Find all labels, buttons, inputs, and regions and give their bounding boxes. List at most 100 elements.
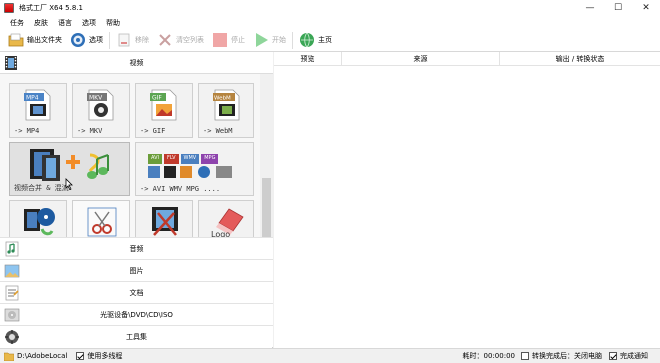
tile-label: 视频合并 & 混流: [14, 184, 69, 192]
menu-bar: 任务 皮肤 语言 选项 帮助: [0, 16, 660, 29]
format-badge: MPG: [201, 154, 219, 164]
tile-label: -> MKV: [77, 127, 103, 135]
category-label: 音频: [129, 244, 144, 253]
start-button[interactable]: 开始: [249, 30, 290, 50]
column-preview[interactable]: 预览: [274, 52, 342, 66]
menu-language[interactable]: 语言: [53, 18, 77, 28]
menu-skin[interactable]: 皮肤: [29, 18, 53, 28]
category-optical-drive[interactable]: 光驱设备\DVD\CD\ISO: [0, 303, 273, 325]
notify-label: 完成通知: [620, 352, 648, 360]
home-globe-icon: [300, 32, 314, 48]
mkv-file-icon: MKV: [87, 89, 114, 121]
video-header-label: 视频: [129, 58, 144, 67]
multithread-checkbox[interactable]: [76, 352, 85, 360]
stop-button[interactable]: 停止: [208, 30, 249, 50]
tile-label: -> GIF: [140, 127, 166, 135]
film-cut-icon: [152, 207, 178, 236]
video-category-header[interactable]: 视频: [0, 52, 273, 74]
app-icon: [4, 3, 14, 13]
clear-list-button[interactable]: 清空列表: [153, 30, 208, 50]
tile-video-merge[interactable]: 视频合并 & 混流: [9, 142, 130, 196]
multithread-label: 使用多线程: [87, 352, 123, 360]
menu-task[interactable]: 任务: [0, 18, 29, 28]
home-button[interactable]: 主页: [295, 30, 336, 50]
category-label: 工具集: [126, 332, 147, 341]
tile-label: -> WebM: [203, 127, 233, 135]
tile-video-tool-2[interactable]: [72, 200, 130, 238]
tile-to-webm[interactable]: WebM -> WebM: [198, 83, 254, 138]
column-source[interactable]: 来源: [342, 52, 500, 66]
clear-icon: [159, 34, 171, 46]
tile-to-mp4[interactable]: MP4 -> MP4: [9, 83, 67, 138]
toolbox-icon: [5, 330, 19, 344]
shutdown-label: 转换完成后：关闭电脑: [532, 352, 602, 360]
svg-text:GIF: GIF: [152, 95, 162, 102]
disc-drive-icon: [4, 308, 20, 322]
task-list-panel: 预览 来源 输出 / 转换状态: [274, 52, 660, 348]
category-document[interactable]: 文档: [0, 281, 273, 303]
maximize-button[interactable]: ☐: [604, 0, 632, 16]
tiles-scrollbar[interactable]: [260, 74, 273, 238]
options-button[interactable]: 选项: [66, 30, 107, 50]
format-badge: AVI: [148, 154, 162, 164]
music-note-icon: [5, 241, 19, 257]
svg-text:WebM: WebM: [214, 96, 231, 102]
tile-label: -> AVI WMV MPG ....: [140, 185, 221, 193]
tile-to-gif[interactable]: GIF -> GIF: [135, 83, 193, 138]
format-badge: WMV: [180, 154, 200, 164]
play-icon: [256, 33, 268, 47]
toolbar-separator: [109, 31, 110, 49]
category-label: 光驱设备\DVD\CD\ISO: [100, 310, 173, 319]
category-label: 图片: [129, 266, 144, 275]
menu-help[interactable]: 帮助: [101, 18, 125, 28]
folder-icon[interactable]: [4, 352, 14, 361]
tile-remove-logo[interactable]: Logo: [198, 200, 254, 238]
eraser-logo-icon: Logo: [211, 208, 244, 238]
tile-label: -> MP4: [14, 127, 40, 135]
category-panel: 视频 MP4 -> MP4 MKV -> MKV GIF -> GIF WebM…: [0, 52, 273, 348]
shutdown-checkbox[interactable]: [521, 352, 529, 360]
category-label: 文档: [129, 288, 144, 297]
status-bar: D:\AdobeLocal 使用多线程 耗时：00:00:00 转换完成后：关闭…: [0, 348, 660, 363]
tile-to-avi-wmv-mpg[interactable]: AVI FLV WMV MPG -> AVI WMV MPG ....: [135, 142, 254, 196]
tile-video-tool-3[interactable]: [135, 200, 193, 238]
toolbar: 输出文件夹 选项 移除 清空列表 停止 开始 主页: [0, 29, 660, 52]
minimize-button[interactable]: —: [576, 0, 604, 16]
elapsed-time: 耗时：00:00:00: [462, 352, 515, 360]
title-bar: 格式工厂 X64 5.8.1 — ☐ ✕: [0, 0, 660, 16]
close-button[interactable]: ✕: [632, 0, 660, 16]
tile-video-tool-1[interactable]: [9, 200, 67, 238]
toolbar-separator: [292, 31, 293, 49]
mp4-file-icon: MP4: [24, 89, 51, 121]
stop-icon: [213, 33, 227, 47]
column-output-status[interactable]: 输出 / 转换状态: [500, 52, 660, 66]
remove-icon: [118, 33, 130, 47]
svg-text:MKV: MKV: [89, 95, 103, 102]
multi-format-icons: [148, 166, 232, 178]
webm-file-icon: WebM: [213, 89, 240, 121]
film-icon: [5, 56, 17, 70]
format-badge: FLV: [164, 154, 179, 164]
picture-icon: [4, 264, 20, 278]
video-tools-grid: MP4 -> MP4 MKV -> MKV GIF -> GIF WebM ->…: [0, 74, 260, 238]
gif-file-icon: GIF: [150, 89, 177, 121]
output-path[interactable]: D:\AdobeLocal: [17, 352, 67, 360]
svg-text:MP4: MP4: [26, 95, 39, 102]
film-reel-icon: [24, 208, 55, 236]
remove-button[interactable]: 移除: [112, 30, 153, 50]
mouse-cursor-icon: [65, 178, 73, 190]
options-gear-icon: [71, 33, 85, 47]
output-folder-button[interactable]: 输出文件夹: [4, 30, 66, 50]
tile-to-mkv[interactable]: MKV -> MKV: [72, 83, 130, 138]
menu-options[interactable]: 选项: [77, 18, 101, 28]
category-image[interactable]: 图片: [0, 259, 273, 281]
scrollbar-thumb[interactable]: [262, 178, 271, 238]
category-audio[interactable]: 音频: [0, 237, 273, 259]
category-toolbox[interactable]: 工具集: [0, 325, 273, 347]
format-badges: AVI FLV WMV MPG: [148, 154, 248, 164]
notify-checkbox[interactable]: [609, 352, 617, 360]
folder-icon: [8, 33, 24, 47]
crop-scissors-icon: [87, 207, 117, 237]
window-title: 格式工厂 X64 5.8.1: [19, 4, 83, 12]
document-icon: [5, 285, 19, 301]
